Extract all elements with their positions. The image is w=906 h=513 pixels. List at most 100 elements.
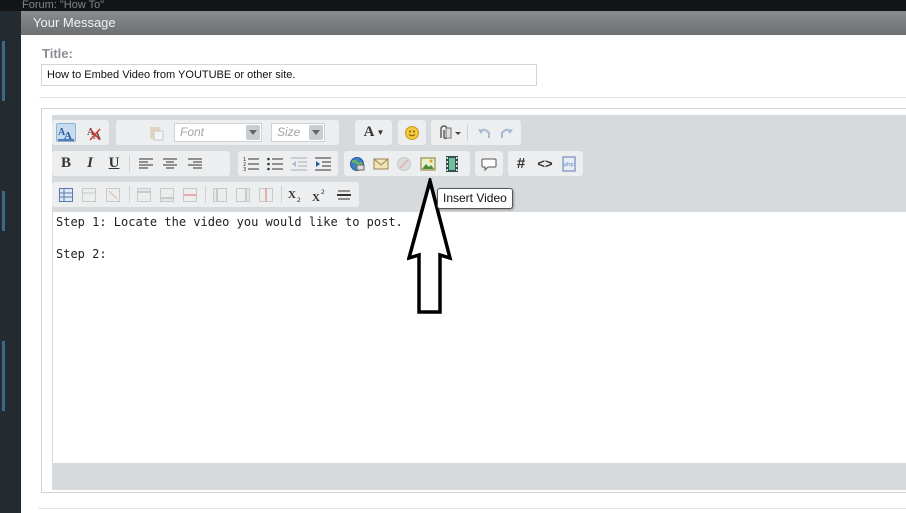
smiley-button[interactable]	[402, 123, 422, 142]
insert-email-button[interactable]	[371, 154, 391, 173]
subscript-icon: X2	[288, 189, 301, 203]
toolbar-group-smiley	[398, 120, 426, 145]
separator	[467, 124, 468, 141]
toolbar-group-insert	[344, 151, 470, 176]
col-right-icon	[236, 187, 250, 202]
insert-col-right-button[interactable]	[233, 185, 253, 204]
insert-video-tooltip: Insert Video	[437, 188, 513, 209]
unlink-button[interactable]	[394, 154, 414, 173]
wrap-code-button[interactable]: #	[511, 154, 531, 173]
chevron-down-icon	[246, 125, 260, 140]
bold-button[interactable]: B	[56, 154, 76, 173]
wysiwyg-mode-button[interactable]: AA	[56, 123, 76, 142]
film-video-icon	[446, 155, 458, 172]
insert-col-left-button[interactable]	[210, 185, 230, 204]
title-input[interactable]: How to Embed Video from YOUTUBE or other…	[41, 64, 537, 86]
caret-down-icon: ▼	[376, 128, 385, 137]
toolbar-group-font: Font Size	[116, 120, 339, 145]
message-editor[interactable]: Step 1: Locate the video you would like …	[53, 212, 906, 463]
insert-image-button[interactable]	[418, 154, 438, 173]
font-color-button[interactable]: A ▼	[361, 123, 387, 142]
font-select[interactable]: Font	[174, 123, 262, 142]
indent-button[interactable]	[313, 154, 333, 173]
toolbar-group-mode: AA AA	[52, 120, 109, 145]
content-line: Step 1: Locate the video you would like …	[56, 215, 403, 229]
row-below-icon	[160, 187, 174, 202]
separator	[129, 186, 130, 203]
image-icon	[420, 157, 436, 170]
window-title: Your Message	[21, 11, 906, 35]
italic-button[interactable]: I	[80, 154, 100, 173]
table-properties-button[interactable]	[79, 185, 99, 204]
toolbar-group-format: B I U	[52, 151, 230, 176]
table-icon	[59, 187, 73, 202]
outdent-button[interactable]	[289, 154, 309, 173]
paste-icon	[150, 126, 164, 140]
attach-button[interactable]	[435, 123, 463, 142]
separator	[129, 155, 130, 172]
size-select-value: Size	[277, 125, 301, 139]
insert-link-button[interactable]	[347, 154, 367, 173]
underline-button[interactable]: U	[104, 154, 124, 173]
php-file-icon: php	[562, 156, 576, 171]
redo-button[interactable]	[497, 123, 517, 142]
toolbar-group-table: X2 X2	[52, 182, 359, 207]
title-label: Title:	[42, 46, 73, 61]
insert-row-below-button[interactable]	[157, 185, 177, 204]
unlink-icon	[397, 156, 411, 171]
divider	[39, 97, 906, 98]
insert-video-button[interactable]	[442, 154, 462, 173]
php-code-button[interactable]: php	[559, 154, 579, 173]
subscript-button[interactable]: X2	[286, 185, 306, 204]
svg-text:2: 2	[321, 189, 325, 196]
align-left-icon	[139, 158, 153, 168]
svg-text:X: X	[312, 192, 320, 203]
delete-col-icon	[259, 187, 273, 202]
toolbar-group-quote	[475, 151, 503, 176]
redo-icon	[501, 128, 513, 138]
horizontal-rule-icon	[337, 190, 351, 199]
svg-text:php: php	[564, 162, 574, 168]
smiley-icon	[405, 125, 419, 140]
strip-line	[2, 41, 5, 101]
forum-label: Forum: "How To"	[22, 0, 105, 11]
align-left-button[interactable]	[136, 154, 156, 173]
paste-button[interactable]	[146, 123, 166, 142]
insert-row-above-button[interactable]	[134, 185, 154, 204]
align-right-icon	[188, 158, 202, 168]
unordered-list-button[interactable]	[265, 154, 285, 173]
delete-table-button[interactable]	[103, 185, 123, 204]
undo-button[interactable]	[474, 123, 494, 142]
delete-col-button[interactable]	[256, 185, 276, 204]
toolbar-group-attach-undo	[431, 120, 521, 145]
ordered-list-button[interactable]: 123	[241, 154, 261, 173]
envelope-icon	[373, 158, 389, 169]
align-center-icon	[163, 158, 177, 168]
align-center-button[interactable]	[160, 154, 180, 173]
superscript-button[interactable]: X2	[310, 185, 330, 204]
delete-row-button[interactable]	[180, 185, 200, 204]
insert-table-button[interactable]	[56, 185, 76, 204]
left-strip	[0, 11, 21, 513]
chevron-down-icon	[309, 125, 323, 140]
divider	[38, 508, 906, 509]
html-code-button[interactable]: <>	[535, 154, 555, 173]
row-above-icon	[137, 187, 151, 202]
globe-link-icon	[350, 156, 365, 171]
toolbar-group-code: # <> php	[508, 151, 583, 176]
indent-icon	[315, 157, 331, 170]
separator	[281, 186, 282, 203]
col-left-icon	[213, 187, 227, 202]
horizontal-rule-button[interactable]	[334, 185, 354, 204]
remove-format-button[interactable]: AA	[85, 123, 105, 142]
quote-button[interactable]	[479, 154, 499, 173]
separator	[205, 186, 206, 203]
delete-row-icon	[183, 187, 197, 202]
toolbar-group-color: A ▼	[355, 120, 392, 145]
align-right-button[interactable]	[185, 154, 205, 173]
ordered-list-icon: 123	[243, 157, 259, 171]
size-select[interactable]: Size	[271, 123, 325, 142]
content-line: Step 2:	[56, 247, 107, 261]
superscript-icon: X2	[312, 189, 325, 203]
strip-line	[2, 341, 5, 411]
